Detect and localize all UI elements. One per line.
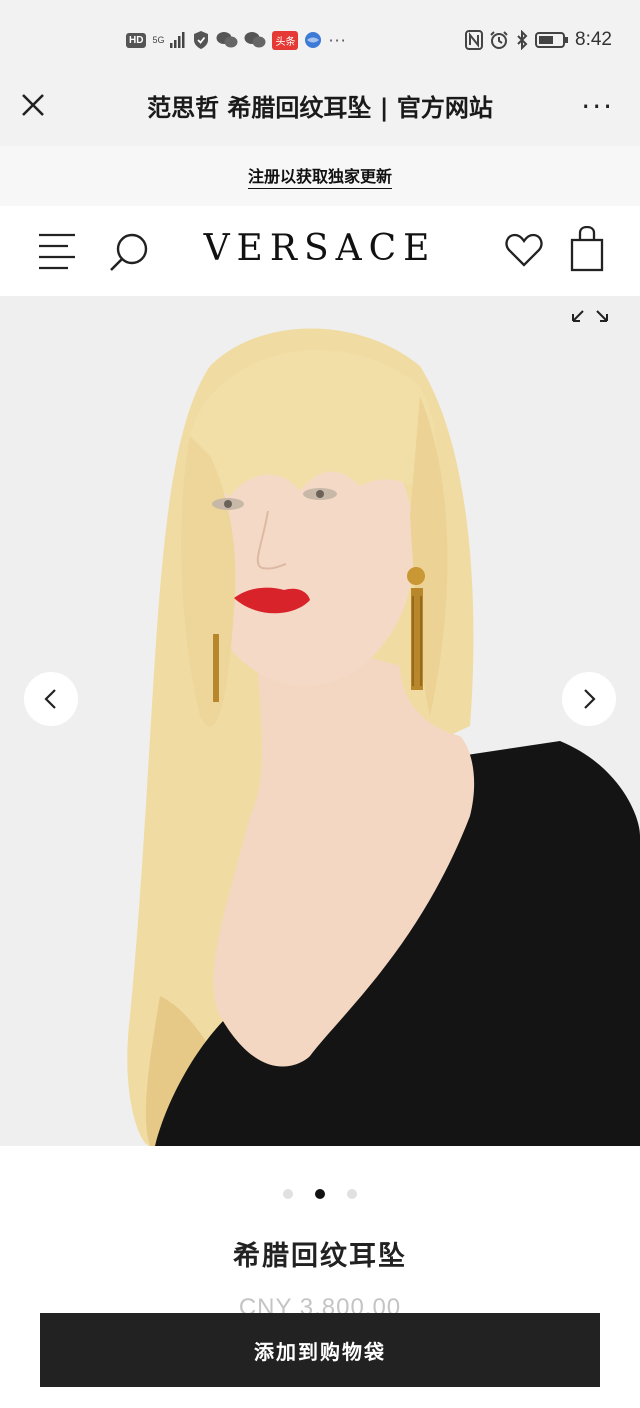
network-5g-label: 5G	[152, 34, 165, 45]
signal-icon	[170, 32, 185, 48]
alarm-icon	[490, 31, 508, 49]
gallery-next-button[interactable]	[562, 672, 616, 726]
wechat-icon-2	[244, 32, 266, 48]
wechat-icon	[216, 32, 238, 48]
page-title: 范思哲 希腊回纹耳坠 | 官方网站	[147, 94, 493, 122]
shopping-bag-icon[interactable]	[570, 226, 604, 272]
pagination-dot-1[interactable]	[283, 1189, 293, 1199]
status-icons-right: 8:42	[465, 28, 612, 52]
status-bar: HD 5G 头条 ··· 8:42	[0, 0, 640, 80]
close-icon[interactable]	[18, 90, 48, 120]
signup-link[interactable]: 注册以获取独家更新	[247, 163, 392, 189]
promo-banner: 注册以获取独家更新	[0, 146, 640, 206]
webview-title-bar: 范思哲 希腊回纹耳坠 | 官方网站 ···	[0, 80, 640, 146]
product-image-gallery[interactable]	[0, 296, 640, 1146]
product-model-photo	[0, 296, 640, 1146]
gallery-prev-button[interactable]	[24, 672, 78, 726]
more-options-button[interactable]: ···	[581, 93, 614, 121]
chevron-left-icon	[44, 689, 56, 709]
battery-icon	[535, 32, 569, 48]
expand-fullscreen-icon[interactable]	[570, 302, 610, 324]
browser-globe-icon	[305, 32, 322, 48]
gallery-pagination	[0, 1189, 640, 1199]
add-to-bag-button[interactable]: 添加到购物袋	[40, 1313, 600, 1387]
status-icons-left: HD 5G 头条 ···	[126, 28, 347, 52]
hd-voice-icon: HD	[126, 32, 147, 48]
bluetooth-icon	[517, 30, 528, 50]
nfc-icon	[465, 30, 484, 50]
site-header: VERSACE	[0, 206, 640, 296]
clock-time: 8:42	[575, 29, 612, 50]
product-name: 希腊回纹耳坠	[233, 1241, 407, 1272]
pagination-dot-3[interactable]	[347, 1189, 357, 1199]
shield-icon	[194, 31, 209, 49]
versace-logo[interactable]: VERSACE	[0, 228, 640, 269]
wishlist-heart-icon[interactable]	[504, 230, 544, 270]
chevron-right-icon	[584, 689, 596, 709]
pagination-dot-2[interactable]	[315, 1189, 325, 1199]
news-app-badge-icon: 头条	[272, 30, 299, 50]
more-notifications-icon: ···	[328, 30, 347, 50]
